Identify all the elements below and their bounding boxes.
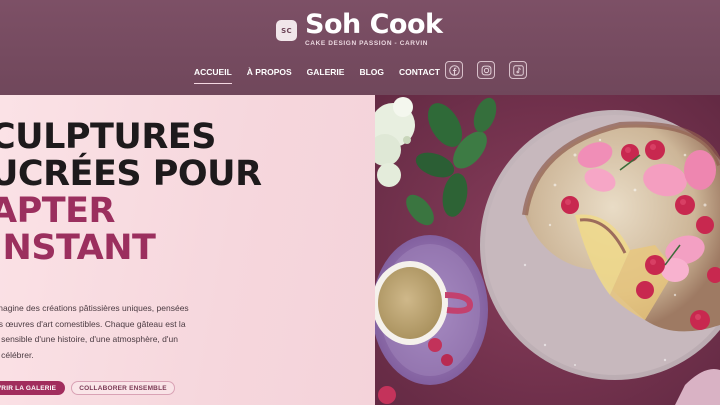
brand-text: Soh Cook CAKE DESIGN PASSION - CARVIN: [305, 9, 443, 48]
brand-name: Soh Cook: [305, 9, 443, 40]
brand[interactable]: SC Soh Cook CAKE DESIGN PASSION - CARVIN: [276, 9, 443, 48]
description-line-1: imagine des créations pâtissières unique…: [0, 303, 189, 313]
hero-image: [375, 95, 720, 405]
headline-line-4: INSTANT: [0, 228, 156, 268]
headline-line-1: CULPTURES: [0, 117, 216, 157]
nav-item-blog[interactable]: BLOG: [359, 67, 384, 80]
nav-item-accueil[interactable]: ACCUEIL: [194, 67, 232, 84]
collaborate-button[interactable]: COLLABORER ENSEMBLE: [71, 381, 175, 395]
description-line-2: es œuvres d'art comestibles. Chaque gâte…: [0, 318, 186, 329]
hero-section: CULPTURES UCRÉES POUR APTER INSTANT imag…: [0, 95, 375, 405]
social-links: [445, 61, 541, 79]
description-line-4: à célébrer.: [0, 349, 34, 360]
nav-item-galerie[interactable]: GALERIE: [307, 67, 345, 80]
headline-line-3: APTER: [0, 191, 115, 231]
nav-item-a-propos[interactable]: À PROPOS: [247, 67, 292, 80]
hero-headline: CULPTURES UCRÉES POUR APTER INSTANT: [0, 119, 375, 267]
main-nav: ACCUEIL À PROPOS GALERIE BLOG CONTACT: [194, 62, 455, 84]
description-line-3: n sensible d'une histoire, d'une atmosph…: [0, 334, 178, 344]
open-gallery-button[interactable]: VRIR LA GALERIE: [0, 381, 65, 395]
tiktok-icon[interactable]: [509, 61, 527, 79]
instagram-icon[interactable]: [477, 61, 495, 79]
hero-description: imagine des créations pâtissières unique…: [0, 301, 214, 363]
site-header: SC Soh Cook CAKE DESIGN PASSION - CARVIN…: [0, 0, 720, 95]
brand-tagline: CAKE DESIGN PASSION - CARVIN: [305, 40, 429, 47]
logo-badge: SC: [276, 20, 297, 41]
headline-line-2: UCRÉES POUR: [0, 154, 262, 194]
facebook-icon[interactable]: [445, 61, 463, 79]
nav-item-contact[interactable]: CONTACT: [399, 67, 440, 80]
